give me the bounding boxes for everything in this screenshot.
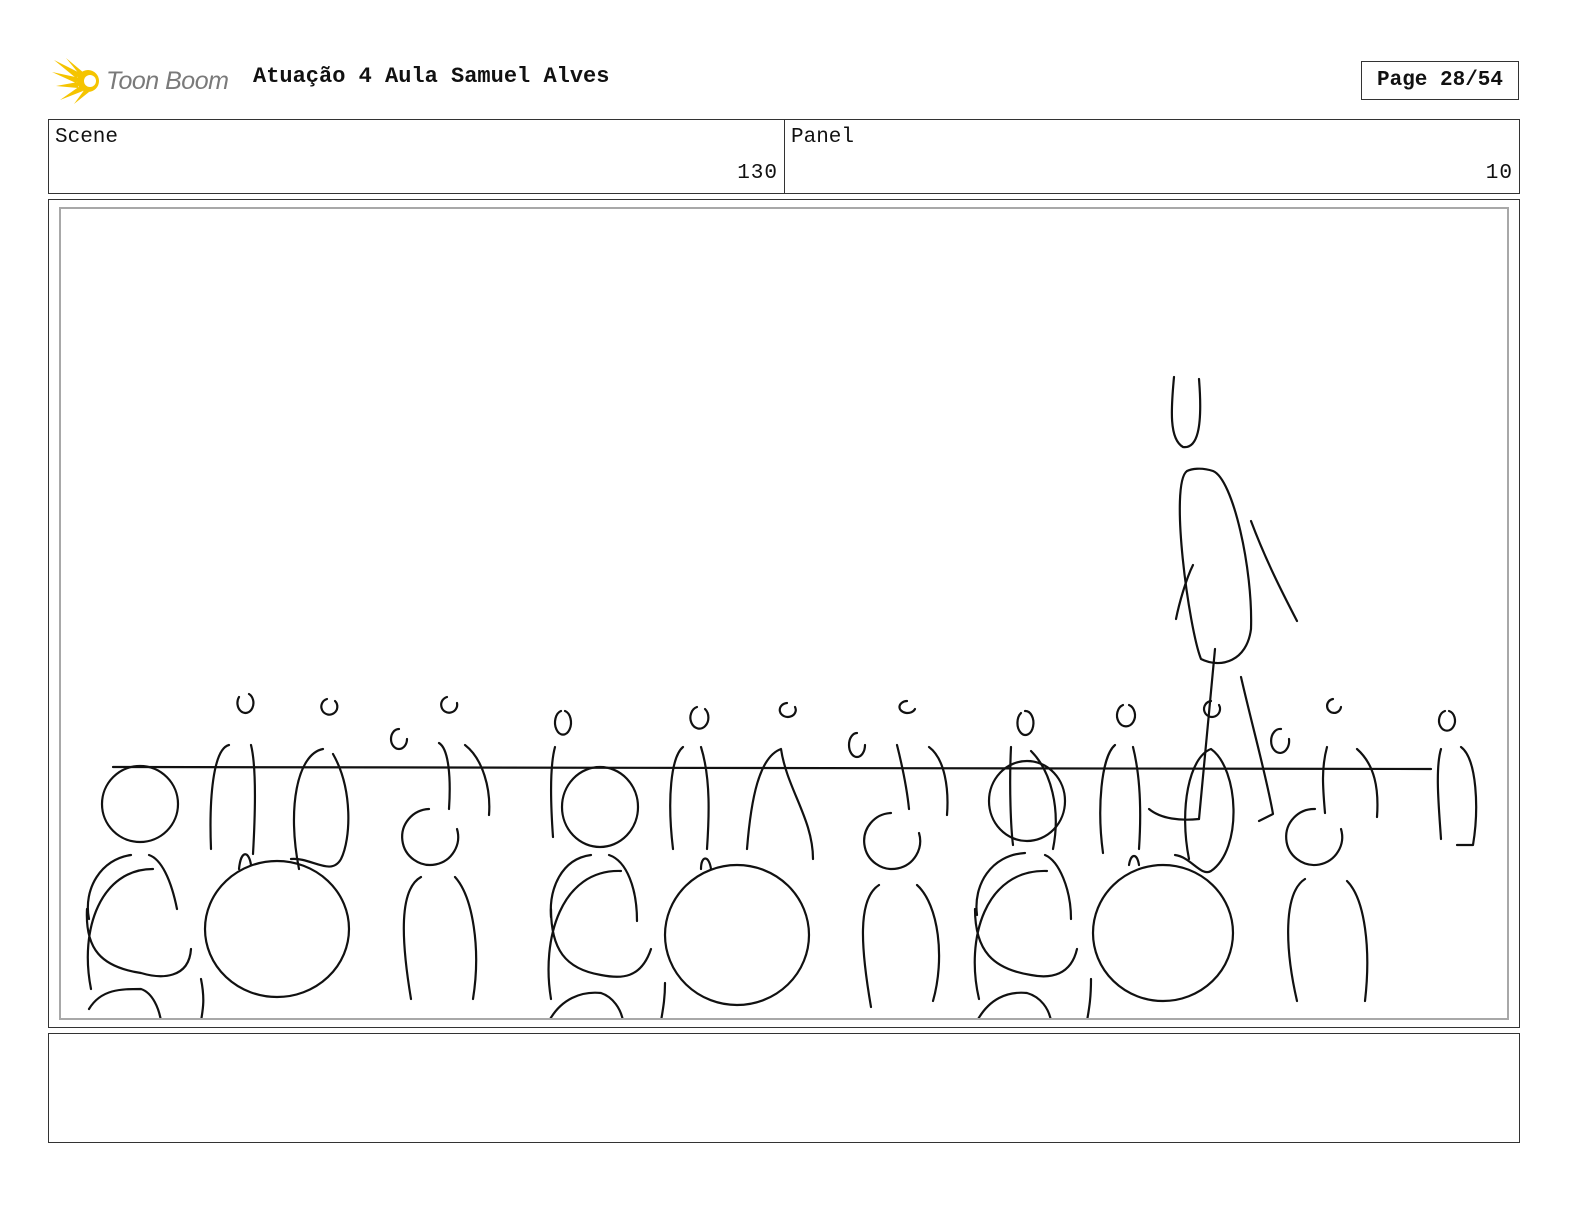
scene-panel-info: Scene 130 Panel 10 xyxy=(48,119,1520,194)
storyboard-panel xyxy=(48,199,1520,1028)
panel-notes xyxy=(48,1033,1520,1143)
panel-drawing-area xyxy=(59,207,1509,1020)
sketch-leg xyxy=(1197,647,1217,821)
toon-boom-burst-icon xyxy=(52,58,99,104)
sketch-leg xyxy=(1239,675,1275,823)
logo-text: Toon Boom xyxy=(106,66,229,95)
scene-number: 130 xyxy=(737,162,778,185)
scene-label: Scene xyxy=(55,126,119,149)
storyboard-sketch xyxy=(85,375,1478,1018)
document-title: Atuação 4 Aula Samuel Alves xyxy=(253,64,610,89)
sketch-stage-line xyxy=(111,765,1433,771)
scene-cell: Scene 130 xyxy=(49,120,784,193)
panel-number: 10 xyxy=(1485,162,1513,185)
toon-boom-logo: Toon Boom xyxy=(52,56,242,106)
page-indicator: Page 28/54 xyxy=(1361,61,1519,100)
panel-label: Panel xyxy=(791,126,855,149)
sketch-body xyxy=(1178,467,1253,665)
sketch-head xyxy=(1170,375,1202,449)
panel-cell: Panel 10 xyxy=(784,120,1519,193)
sketch-arm xyxy=(1249,519,1299,623)
